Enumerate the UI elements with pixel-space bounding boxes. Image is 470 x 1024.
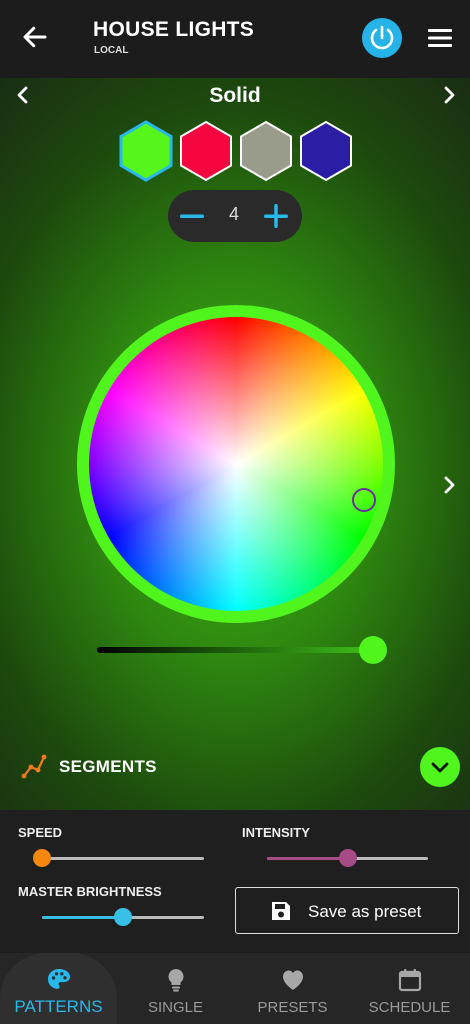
color-swatch-4[interactable] — [298, 120, 354, 182]
device-title: HOUSE LIGHTS — [93, 18, 255, 41]
swatch-hexagon — [180, 120, 232, 182]
tab-label: PATTERNS — [14, 997, 103, 1016]
connection-mode: LOCAL — [94, 45, 129, 56]
save-preset-button[interactable]: Save as preset — [235, 887, 459, 934]
plus-icon[interactable] — [260, 200, 292, 232]
swatch-hexagon — [240, 120, 292, 182]
floppy-disk-icon — [272, 902, 290, 920]
save-preset-label: Save as preset — [308, 902, 422, 921]
color-swatch-1[interactable] — [118, 120, 174, 182]
bulb-icon — [168, 969, 184, 992]
controls-panel: SPEED INTENSITY MASTER BRIGHTNESS Save a… — [0, 810, 470, 953]
heart-icon — [283, 970, 303, 990]
speed-label: SPEED — [18, 825, 63, 840]
swatch-hexagon — [119, 120, 173, 182]
master-brightness-slider-fill — [42, 916, 123, 919]
master-brightness-slider-thumb[interactable] — [114, 908, 132, 926]
tab-schedule[interactable]: SCHEDULE — [351, 953, 468, 1024]
intensity-slider[interactable] — [267, 849, 428, 867]
back-arrow-icon[interactable] — [20, 22, 50, 52]
chevron-down-icon — [431, 762, 449, 773]
color-swatch-2[interactable] — [178, 120, 234, 182]
tab-presets[interactable]: PRESETS — [234, 953, 351, 1024]
bottom-navigation: PATTERNS SINGLE PRESETS SCHEDULE — [0, 953, 470, 1024]
next-panel-icon[interactable] — [438, 474, 460, 496]
segments-section[interactable]: SEGMENTS — [0, 745, 470, 789]
intensity-label: INTENSITY — [242, 825, 310, 840]
color-wheel-picker[interactable] — [352, 488, 376, 512]
swatch-hexagon — [300, 120, 352, 182]
next-pattern-icon[interactable] — [438, 84, 460, 106]
palette-icon — [48, 969, 70, 989]
calendar-icon — [398, 969, 422, 992]
master-brightness-slider[interactable] — [42, 908, 204, 926]
app-header: HOUSE LIGHTS LOCAL — [0, 0, 470, 78]
segments-expand-button[interactable] — [420, 747, 460, 787]
intensity-slider-thumb[interactable] — [338, 849, 357, 867]
color-swatch-3[interactable] — [238, 120, 294, 182]
power-button[interactable] — [362, 18, 402, 58]
color-count-value: 4 — [228, 204, 239, 224]
color-swatches — [118, 120, 354, 182]
tab-patterns[interactable]: PATTERNS — [0, 953, 117, 1024]
tab-label: SINGLE — [147, 999, 204, 1016]
speed-slider-thumb[interactable] — [33, 849, 51, 867]
color-wheel[interactable] — [89, 317, 383, 611]
power-icon — [370, 25, 394, 50]
pattern-selector: Solid — [0, 78, 470, 114]
minus-icon[interactable] — [176, 200, 208, 232]
segments-icon — [21, 754, 47, 779]
color-count-stepper: 4 — [168, 190, 302, 242]
tab-single[interactable]: SINGLE — [117, 953, 234, 1024]
pattern-name: Solid — [209, 84, 261, 107]
tab-label: SCHEDULE — [368, 999, 451, 1016]
speed-slider[interactable] — [33, 849, 204, 867]
color-brightness-slider[interactable] — [97, 647, 379, 653]
segments-label: SEGMENTS — [59, 757, 157, 776]
master-brightness-label: MASTER BRIGHTNESS — [18, 884, 162, 899]
menu-icon[interactable] — [426, 26, 454, 50]
intensity-slider-fill — [267, 857, 348, 860]
tab-label: PRESETS — [257, 999, 328, 1016]
